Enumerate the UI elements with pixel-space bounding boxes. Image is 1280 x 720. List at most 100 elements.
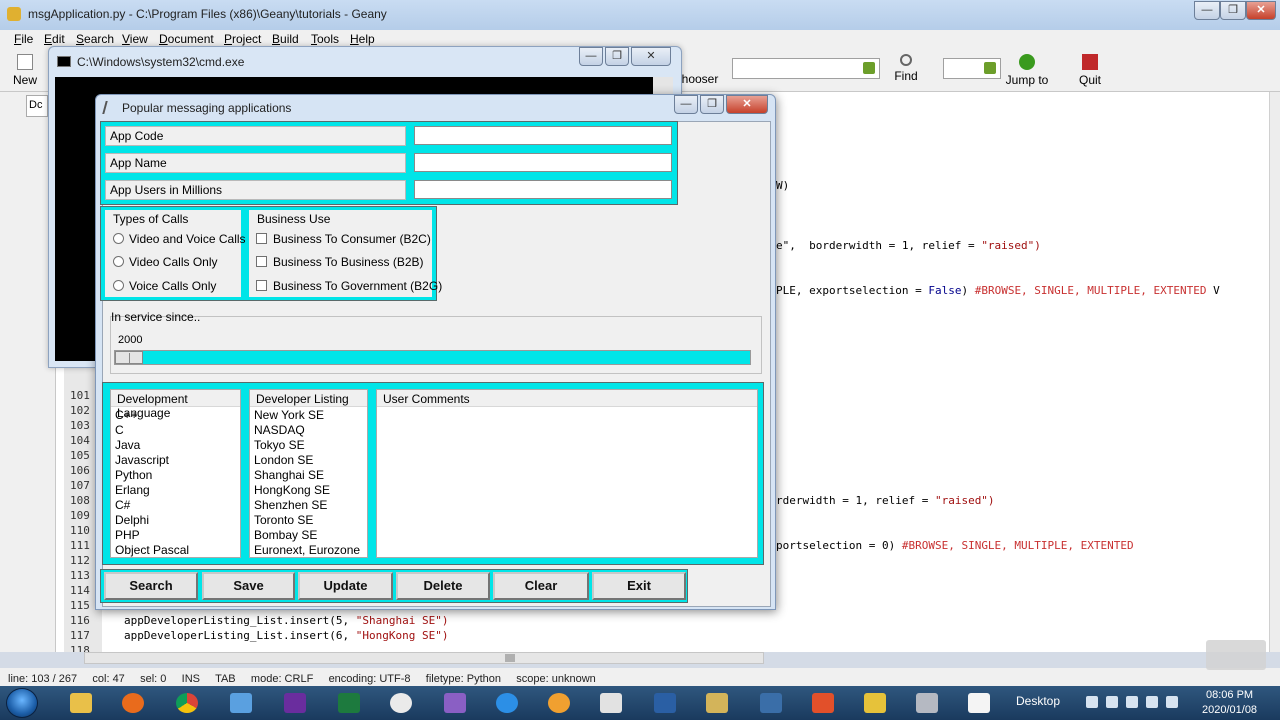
taskbar-paint[interactable] — [588, 688, 634, 718]
app-code-entry[interactable] — [414, 126, 672, 145]
menu-build[interactable]: Build — [272, 32, 299, 46]
list-item[interactable]: Bombay SE — [254, 528, 317, 542]
clear-button[interactable]: Clear — [493, 572, 589, 600]
list-item[interactable]: Shanghai SE — [254, 468, 324, 482]
taskbar-geany[interactable] — [852, 688, 898, 718]
goto-line-input[interactable] — [943, 58, 1001, 79]
taskbar-sublime[interactable] — [800, 688, 846, 718]
editor-vertical-scrollbar[interactable] — [1269, 92, 1280, 652]
radio-video-only[interactable] — [113, 256, 124, 267]
list-item[interactable]: Object Pascal — [115, 543, 189, 557]
taskbar-powershell[interactable] — [642, 688, 688, 718]
developer-listbox[interactable]: Developer Listing New York SE NASDAQ Tok… — [249, 389, 368, 558]
menu-search[interactable]: Search — [76, 32, 114, 46]
radio-video-voice-label[interactable]: Video and Voice Calls — [129, 232, 246, 246]
desktop-toolbar-label[interactable]: Desktop — [1016, 694, 1060, 708]
taskbar-firefox[interactable] — [110, 688, 156, 718]
menu-help[interactable]: Help — [350, 32, 375, 46]
taskbar-app-7[interactable] — [378, 688, 424, 718]
scale-trough[interactable] — [114, 350, 751, 365]
taskbar-tool-11[interactable] — [694, 688, 740, 718]
radio-video-voice[interactable] — [113, 233, 124, 244]
list-item[interactable]: NASDAQ — [254, 423, 305, 437]
start-button[interactable] — [6, 688, 38, 718]
geany-close-button[interactable]: ✕ — [1246, 1, 1276, 20]
cmd-close-button[interactable]: ✕ — [631, 47, 671, 66]
action-center-flag-icon[interactable] — [1106, 696, 1118, 708]
volume-icon[interactable] — [1166, 696, 1178, 708]
save-button[interactable]: Save — [202, 572, 295, 600]
editor-horizontal-scrollbar[interactable] — [84, 652, 764, 664]
list-item[interactable]: Delphi — [115, 513, 149, 527]
taskbar-media-player[interactable] — [536, 688, 582, 718]
list-item[interactable]: Erlang — [115, 483, 150, 497]
quit-button[interactable]: Quit — [1076, 54, 1104, 87]
list-item[interactable]: C — [115, 423, 124, 437]
menu-edit[interactable]: Edit — [44, 32, 65, 46]
search-button[interactable]: Search — [104, 572, 198, 600]
list-item[interactable]: Toronto SE — [254, 513, 313, 527]
language-listbox[interactable]: Development Language C++ C Java Javascri… — [110, 389, 241, 558]
delete-button[interactable]: Delete — [396, 572, 490, 600]
app-close-button[interactable]: ✕ — [726, 95, 768, 114]
user-comments-text[interactable]: User Comments — [376, 389, 758, 558]
horizontal-scroll-thumb[interactable] — [505, 654, 515, 662]
taskbar-tool-12[interactable] — [748, 688, 794, 718]
checkbox-b2b-label[interactable]: Business To Business (B2B) — [273, 255, 424, 269]
app-maximize-button[interactable]: ❐ — [700, 95, 724, 114]
geany-minimize-button[interactable]: — — [1194, 1, 1220, 20]
menu-project[interactable]: Project — [224, 32, 261, 46]
new-button[interactable]: New — [10, 54, 40, 87]
radio-video-only-label[interactable]: Video Calls Only — [129, 255, 218, 269]
find-button[interactable]: Find — [890, 54, 922, 83]
list-item[interactable]: C# — [115, 498, 130, 512]
sidebar-tab-documents[interactable]: Dc — [26, 95, 48, 117]
network-tray-icon[interactable] — [1146, 696, 1158, 708]
video-overlay-controls[interactable] — [1206, 640, 1266, 670]
app-minimize-button[interactable]: — — [674, 95, 698, 114]
radio-voice-only-label[interactable]: Voice Calls Only — [129, 279, 216, 293]
scale-slider-handle[interactable] — [115, 351, 143, 364]
list-item[interactable]: HongKong SE — [254, 483, 330, 497]
checkbox-b2c[interactable] — [256, 233, 267, 244]
taskbar-app-8[interactable] — [432, 688, 478, 718]
radio-voice-only[interactable] — [113, 280, 124, 291]
exit-button[interactable]: Exit — [592, 572, 686, 600]
taskbar-chrome[interactable] — [164, 688, 210, 718]
list-item[interactable]: Javascript — [115, 453, 169, 467]
cmd-maximize-button[interactable]: ❐ — [605, 47, 629, 66]
menu-view[interactable]: View — [122, 32, 148, 46]
taskbar-explorer[interactable] — [58, 688, 104, 718]
menu-tools[interactable]: Tools — [311, 32, 339, 46]
app-titlebar[interactable]: Popular messaging applications — ❐ ✕ — [96, 95, 775, 121]
checkbox-b2g-label[interactable]: Business To Government (B2G) — [273, 279, 442, 293]
list-item[interactable]: C++ — [115, 408, 138, 422]
list-item[interactable]: Euronext, Eurozone — [254, 543, 360, 557]
geany-titlebar[interactable]: msgApplication.py - C:\Program Files (x8… — [0, 0, 1280, 30]
list-item[interactable]: Shenzhen SE — [254, 498, 327, 512]
checkbox-b2g[interactable] — [256, 280, 267, 291]
menu-file[interactable]: File — [14, 32, 33, 46]
list-item[interactable]: New York SE — [254, 408, 324, 422]
jump-to-button[interactable]: Jump to — [1005, 54, 1049, 87]
clock-date[interactable]: 2020/01/08 — [1202, 704, 1257, 716]
color-chooser-button[interactable]: hooser — [680, 72, 720, 86]
taskbar-ie[interactable] — [484, 688, 530, 718]
taskbar-excel[interactable] — [326, 688, 372, 718]
checkbox-b2b[interactable] — [256, 256, 267, 267]
list-item[interactable]: Python — [115, 468, 152, 482]
power-icon[interactable] — [1126, 696, 1138, 708]
update-button[interactable]: Update — [298, 572, 393, 600]
cmd-minimize-button[interactable]: — — [579, 47, 603, 66]
taskbar-network[interactable] — [218, 688, 264, 718]
list-item[interactable]: PHP — [115, 528, 140, 542]
show-hidden-icons-icon[interactable] — [1086, 696, 1098, 708]
taskbar-sql-server[interactable] — [904, 688, 950, 718]
app-users-entry[interactable] — [414, 180, 672, 199]
list-item[interactable]: Java — [115, 438, 140, 452]
app-name-entry[interactable] — [414, 153, 672, 172]
menu-document[interactable]: Document — [159, 32, 214, 46]
checkbox-b2c-label[interactable]: Business To Consumer (B2C) — [273, 232, 431, 246]
list-item[interactable]: Tokyo SE — [254, 438, 305, 452]
clock-time[interactable]: 08:06 PM — [1206, 689, 1253, 701]
